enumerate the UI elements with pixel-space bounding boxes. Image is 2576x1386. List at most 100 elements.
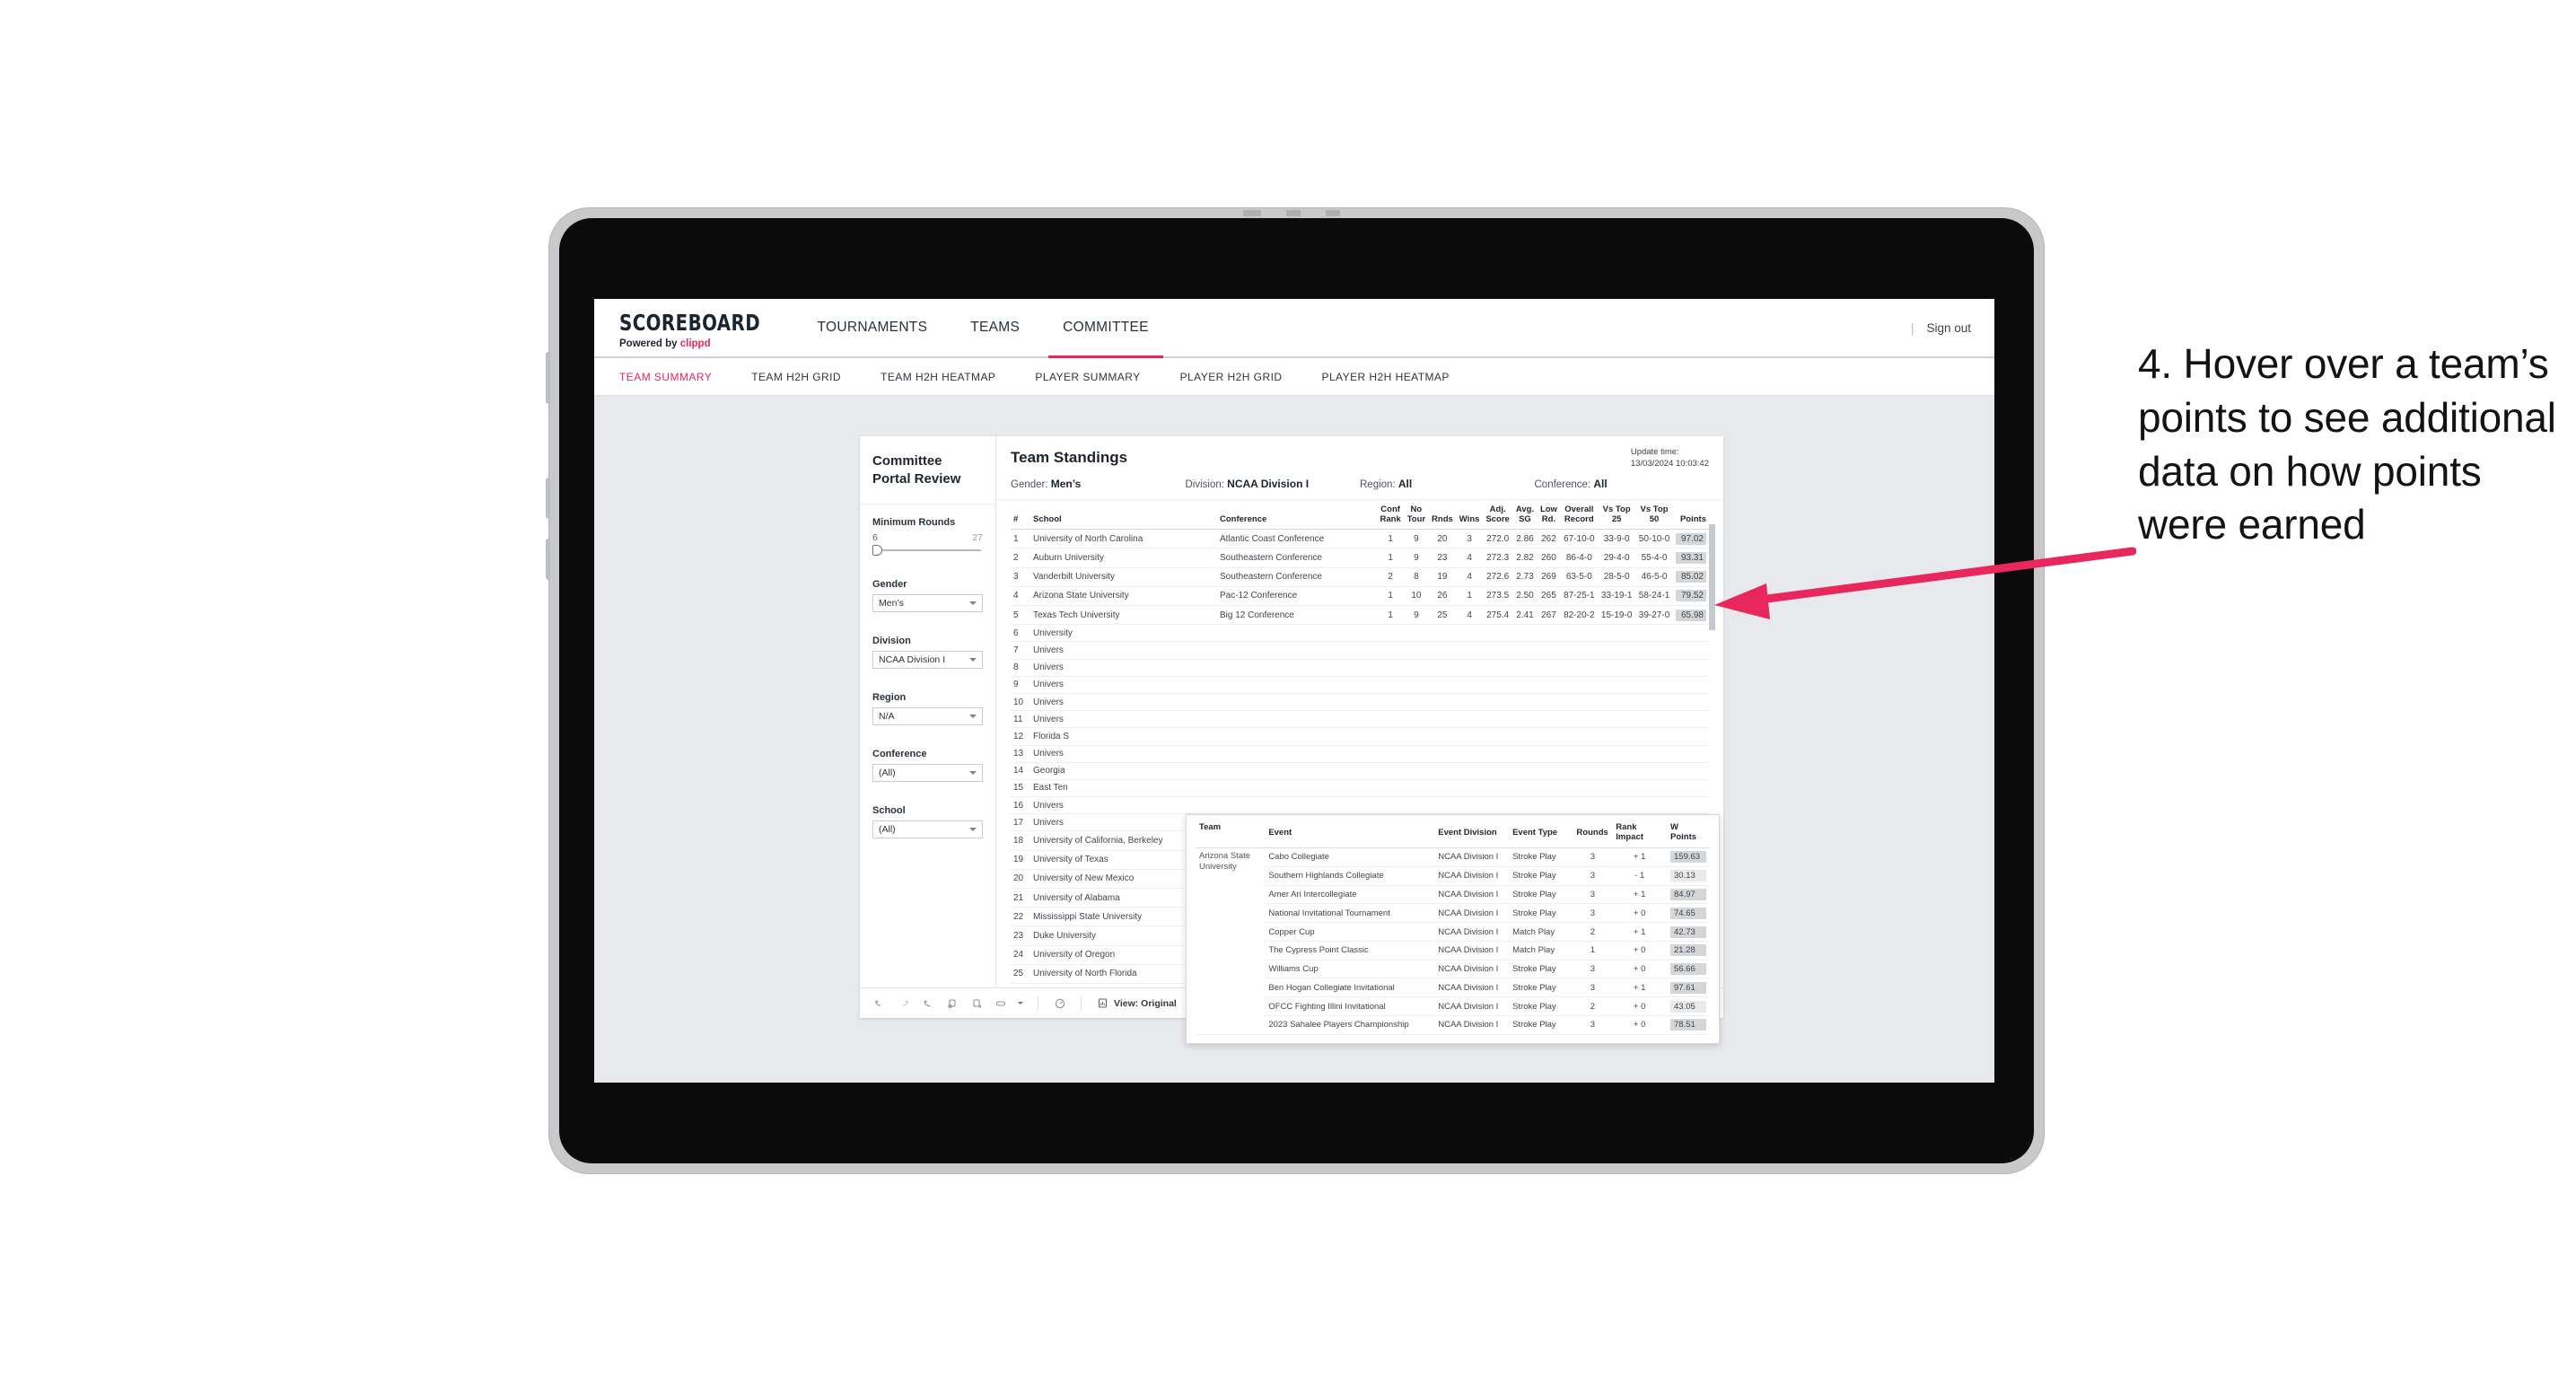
standings-col-header[interactable]: Overall Record <box>1560 500 1599 531</box>
standings-cell-low_rd <box>1537 796 1561 815</box>
table-row[interactable]: 7 Univers <box>1011 641 1709 660</box>
table-row[interactable]: 12 Florida S <box>1011 727 1709 746</box>
division-select[interactable]: NCAA Division I <box>872 650 983 669</box>
standings-cell-overall <box>1560 710 1599 729</box>
redo-icon[interactable] <box>897 996 910 1010</box>
table-row[interactable]: 11 Univers <box>1011 710 1709 729</box>
tooltip-cell-event: National Invitational Tournament <box>1265 903 1435 924</box>
tab-team-summary[interactable]: TEAM SUMMARY <box>619 371 732 383</box>
table-row[interactable]: 8 Univers <box>1011 659 1709 677</box>
nav-item-teams[interactable]: TEAMS <box>949 299 1041 356</box>
standings-cell-vs25: 15-19-0 <box>1598 605 1636 626</box>
conference-select[interactable]: (All) <box>872 763 983 782</box>
tooltip-row: OFCC Fighting Illini Invitational NCAA Di… <box>1196 996 1710 1017</box>
tab-team-h2h-heatmap[interactable]: TEAM H2H HEATMAP <box>861 371 1015 383</box>
standings-col-header[interactable]: No Tour <box>1404 500 1429 531</box>
meta-conference: Conference: All <box>1535 478 1710 490</box>
standings-col-header[interactable]: Vs Top 50 <box>1635 500 1673 531</box>
standings-cell-rnds <box>1428 693 1457 712</box>
table-row[interactable]: 6 University <box>1011 624 1709 643</box>
standings-cell-rnds <box>1428 762 1457 780</box>
standings-col-header[interactable]: Vs Top 25 <box>1598 500 1636 531</box>
refresh-data-icon[interactable] <box>945 996 959 1010</box>
slider-handle[interactable] <box>872 544 882 556</box>
tooltip-cell-event: Amer Ari Intercollegiate <box>1265 885 1435 905</box>
device-layout-chevron-icon[interactable] <box>1018 1002 1023 1004</box>
gender-select-value: Men’s <box>879 597 904 609</box>
tab-team-h2h-grid[interactable]: TEAM H2H GRID <box>732 371 861 383</box>
standings-cell-no_tour <box>1404 659 1429 677</box>
standings-cell-conf_rank: 2 <box>1377 567 1405 587</box>
table-row[interactable]: 1 University of North Carolina Atlantic Co… <box>1011 529 1709 549</box>
standings-col-header[interactable]: Adj. Score <box>1482 500 1513 531</box>
tooltip-cell-event: The Cypress Point Classic <box>1265 941 1435 961</box>
gender-select[interactable]: Men’s <box>872 593 983 612</box>
table-row[interactable]: 5 Texas Tech University Big 12 Conference 1… <box>1011 605 1709 626</box>
standings-col-header[interactable]: # <box>1011 500 1030 531</box>
table-row[interactable]: 13 Univers <box>1011 745 1709 763</box>
standings-cell-rank: 5 <box>1011 605 1030 626</box>
standings-cell-rnds: 20 <box>1428 529 1457 549</box>
standings-col-header[interactable]: School <box>1030 500 1217 531</box>
standings-col-header[interactable]: Conference <box>1217 500 1377 531</box>
filter-school: School (All) <box>872 805 983 838</box>
standings-cell-avg_sg <box>1512 727 1538 746</box>
filter-label-region: Region <box>872 691 907 703</box>
standings-col-header[interactable]: Rnds <box>1428 500 1457 531</box>
standings-cell-conference <box>1217 659 1377 677</box>
meta-gender-key: Gender: <box>1011 479 1048 490</box>
standings-col-header[interactable]: Low Rd. <box>1537 500 1561 531</box>
signout-link[interactable]: Sign out <box>1926 321 1971 335</box>
standings-cell-conference <box>1217 796 1377 815</box>
standings-cell-conf_rank: 1 <box>1377 548 1405 568</box>
meta-division: Division: NCAA Division I <box>1186 478 1361 490</box>
tooltip-cell-w-points: 30.13 <box>1667 866 1710 886</box>
filter-label-minimum-rounds: Minimum Rounds <box>872 516 956 528</box>
filter-minimum-rounds: Minimum Rounds 6 27 <box>872 517 983 556</box>
revert-icon[interactable] <box>921 996 934 1010</box>
undo-icon[interactable] <box>872 996 886 1010</box>
tooltip-cell-rounds: 3 <box>1573 903 1613 924</box>
view-original-button[interactable]: View: Original <box>1096 996 1177 1010</box>
pause-auto-updates-icon[interactable] <box>1053 996 1066 1010</box>
standings-col-header[interactable]: Wins <box>1456 500 1483 531</box>
tooltip-row: The Cypress Point Classic NCAA Division I… <box>1196 941 1710 961</box>
minimum-rounds-slider[interactable] <box>872 544 983 556</box>
standings-col-header[interactable]: Conf Rank <box>1377 500 1405 531</box>
table-row[interactable]: 15 East Ten <box>1011 779 1709 798</box>
tab-player-summary[interactable]: PLAYER SUMMARY <box>1015 371 1160 383</box>
table-row[interactable]: 14 Georgia <box>1011 762 1709 780</box>
standings-cell-low_rd <box>1537 624 1561 643</box>
pause-data-icon[interactable] <box>969 996 983 1010</box>
standings-col-header[interactable]: Avg. SG <box>1512 500 1538 531</box>
filter-region: Region N/A <box>872 692 983 725</box>
table-row[interactable]: 2 Auburn University Southeastern Conferenc… <box>1011 548 1709 568</box>
standings-cell-avg_sg: 2.73 <box>1512 567 1538 587</box>
meta-division-key: Division: <box>1185 479 1224 490</box>
tab-player-h2h-grid[interactable]: PLAYER H2H GRID <box>1161 371 1302 383</box>
table-row[interactable]: 3 Vanderbilt University Southeastern Confe… <box>1011 567 1709 587</box>
standings-cell-vs25: 33-19-1 <box>1598 586 1636 607</box>
tooltip-cell-event: Southern Highlands Collegiate <box>1265 866 1435 886</box>
nav-item-committee[interactable]: COMMITTEE <box>1041 299 1170 358</box>
standings-cell-conference: Southeastern Conference <box>1217 548 1377 568</box>
standings-cell-avg_sg <box>1512 796 1538 815</box>
standings-col-header[interactable]: Points <box>1673 500 1709 531</box>
nav-item-tournaments[interactable]: TOURNAMENTS <box>796 299 950 356</box>
standings-cell-adj_score <box>1482 641 1513 660</box>
table-row[interactable]: 9 Univers <box>1011 676 1709 694</box>
tab-player-h2h-heatmap[interactable]: PLAYER H2H HEATMAP <box>1301 371 1468 383</box>
table-row[interactable]: 10 Univers <box>1011 693 1709 712</box>
points-value[interactable]: 97.02 <box>1676 532 1706 545</box>
tablet-sensor-strip <box>1206 210 1387 216</box>
device-layout-icon[interactable] <box>994 996 1007 1010</box>
table-row[interactable]: 16 Univers <box>1011 796 1709 815</box>
standings-cell-overall <box>1560 762 1599 780</box>
brand-logo[interactable]: SCOREBOARD Powered by clippd <box>594 299 796 356</box>
table-row[interactable]: 4 Arizona State University Pac-12 Conferen… <box>1011 586 1709 607</box>
tooltip-cell-division: NCAA Division I <box>1434 960 1510 979</box>
region-select[interactable]: N/A <box>872 706 983 725</box>
standings-cell-overall: 82-20-2 <box>1560 605 1599 626</box>
tooltip-cell-event: Ben Hogan Collegiate Invitational <box>1265 978 1435 998</box>
school-select[interactable]: (All) <box>872 820 983 838</box>
